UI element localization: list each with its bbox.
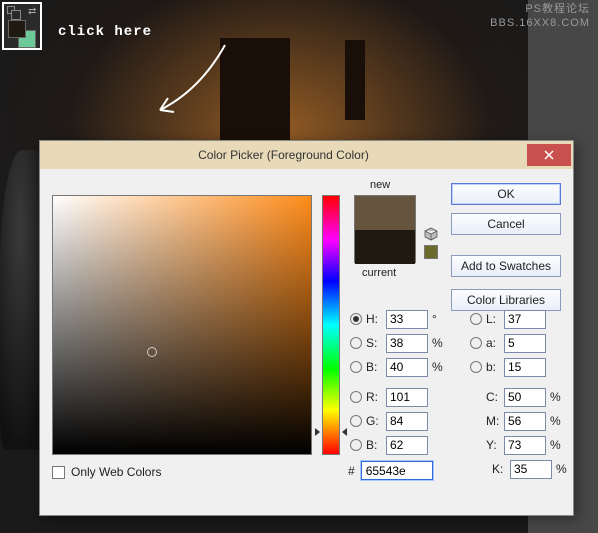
- only-web-colors-checkbox[interactable]: [52, 466, 65, 479]
- current-color-swatch[interactable]: [355, 230, 415, 264]
- titlebar[interactable]: Color Picker (Foreground Color): [40, 141, 573, 169]
- annotation-arrow: [140, 40, 230, 130]
- default-colors-icon[interactable]: [7, 6, 15, 14]
- radio-h[interactable]: [350, 313, 362, 325]
- radio-l[interactable]: [470, 313, 482, 325]
- sv-marker[interactable]: [147, 347, 157, 357]
- foreground-color-swatch[interactable]: [8, 20, 26, 38]
- input-y[interactable]: [504, 436, 546, 455]
- hash-label: #: [348, 464, 355, 478]
- bg-tower: [345, 40, 365, 120]
- input-bb[interactable]: [504, 358, 546, 377]
- input-s[interactable]: [386, 334, 428, 353]
- input-bc[interactable]: [386, 436, 428, 455]
- foreground-background-swatch[interactable]: ⇄: [2, 2, 42, 50]
- only-web-colors-row[interactable]: Only Web Colors: [52, 465, 161, 479]
- radio-bb[interactable]: [470, 361, 482, 373]
- label-new: new: [370, 179, 390, 191]
- label-current: current: [362, 267, 396, 279]
- close-button[interactable]: [527, 144, 571, 166]
- radio-a[interactable]: [470, 337, 482, 349]
- radio-bc[interactable]: [350, 439, 362, 451]
- color-picker-dialog: Color Picker (Foreground Color) new curr…: [39, 140, 574, 516]
- ok-button[interactable]: OK: [451, 183, 561, 205]
- input-h[interactable]: [386, 310, 428, 329]
- input-g[interactable]: [386, 412, 428, 431]
- radio-b[interactable]: [350, 361, 362, 373]
- radio-r[interactable]: [350, 391, 362, 403]
- only-web-colors-label: Only Web Colors: [71, 465, 161, 479]
- add-to-swatches-button[interactable]: Add to Swatches: [451, 255, 561, 277]
- radio-g[interactable]: [350, 415, 362, 427]
- hue-slider[interactable]: [322, 195, 340, 455]
- input-bv[interactable]: [386, 358, 428, 377]
- input-r[interactable]: [386, 388, 428, 407]
- radio-s[interactable]: [350, 337, 362, 349]
- input-hex[interactable]: [361, 461, 433, 480]
- color-fields: H: ° L: S: % a: B: % b: R:: [350, 307, 574, 481]
- dialog-title: Color Picker (Foreground Color): [40, 148, 527, 162]
- new-color-swatch[interactable]: [355, 196, 415, 230]
- input-c[interactable]: [504, 388, 546, 407]
- input-k[interactable]: [510, 460, 552, 479]
- close-icon: [544, 150, 554, 160]
- watermark: PS教程论坛 BBS.16XX8.COM: [490, 2, 590, 31]
- bg-building: [220, 38, 290, 148]
- saturation-value-field[interactable]: [52, 195, 312, 455]
- color-preview: [354, 195, 416, 263]
- input-a[interactable]: [504, 334, 546, 353]
- input-l[interactable]: [504, 310, 546, 329]
- cube-icon[interactable]: [424, 227, 438, 241]
- nearest-websafe-swatch[interactable]: [424, 245, 438, 259]
- swap-colors-icon[interactable]: ⇄: [28, 6, 38, 16]
- input-m[interactable]: [504, 412, 546, 431]
- hint-text: click here: [58, 24, 152, 40]
- cancel-button[interactable]: Cancel: [451, 213, 561, 235]
- hex-row: #: [348, 461, 433, 480]
